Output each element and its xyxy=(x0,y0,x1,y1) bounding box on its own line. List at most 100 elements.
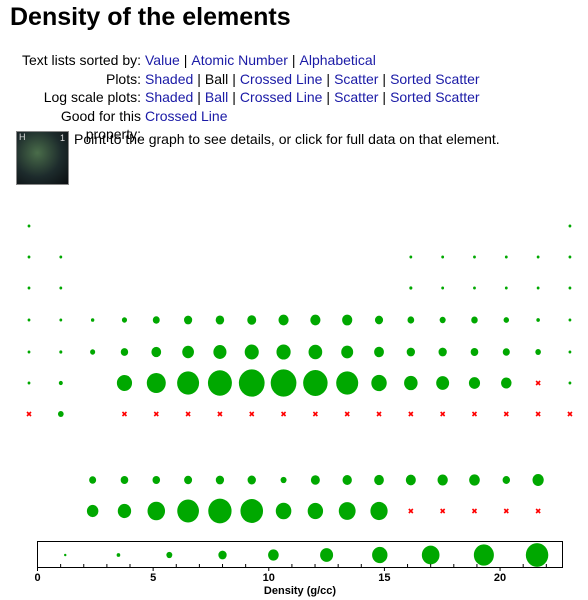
element-ball-period-6[interactable] xyxy=(116,374,133,392)
element-ball-period-2[interactable] xyxy=(504,255,508,259)
element-ball-period-3[interactable] xyxy=(441,286,445,290)
element-ball-period-5[interactable] xyxy=(438,347,447,357)
element-ball-period-5[interactable] xyxy=(120,348,129,356)
element-ball-period-5[interactable] xyxy=(244,344,259,360)
element-ball-period-5[interactable] xyxy=(90,349,96,355)
missing-data-marker[interactable] xyxy=(26,411,32,417)
element-ball-period-3[interactable] xyxy=(504,286,508,290)
element-ball-period-4[interactable] xyxy=(374,315,384,325)
element-ball-period-4[interactable] xyxy=(215,315,225,325)
element-ball-period-4[interactable] xyxy=(59,318,63,322)
element-ball-period-4[interactable] xyxy=(439,316,446,324)
element-ball-lanthanide[interactable] xyxy=(374,474,384,486)
element-ball-period-6[interactable] xyxy=(58,380,63,386)
element-ball-period-3[interactable] xyxy=(59,286,63,290)
element-ball-actinide[interactable] xyxy=(177,499,199,523)
element-ball-period-6[interactable] xyxy=(270,369,297,397)
element-ball-lanthanide[interactable] xyxy=(152,475,161,485)
element-ball-period-5[interactable] xyxy=(182,345,194,359)
element-ball-period-4[interactable] xyxy=(152,316,160,324)
element-ball-period-2[interactable] xyxy=(568,255,572,259)
element-ball-lanthanide[interactable] xyxy=(469,474,480,486)
missing-data-marker[interactable] xyxy=(153,411,159,417)
element-ball-period-6[interactable] xyxy=(501,377,512,389)
element-ball-lanthanide[interactable] xyxy=(120,475,129,485)
element-ball-period-5[interactable] xyxy=(276,344,291,360)
element-ball-period-6[interactable] xyxy=(568,381,572,385)
element-ball-period-6[interactable] xyxy=(436,376,450,390)
element-ball-period-5[interactable] xyxy=(341,345,354,359)
element-ball-period-5[interactable] xyxy=(470,347,479,357)
missing-data-marker[interactable] xyxy=(440,411,446,417)
element-ball-period-5[interactable] xyxy=(406,347,416,357)
element-ball-actinide[interactable] xyxy=(275,502,292,520)
element-ball-period-4[interactable] xyxy=(536,318,540,322)
element-ball-actinide[interactable] xyxy=(240,499,264,523)
element-ball-period-1[interactable] xyxy=(568,224,572,228)
element-ball-period-5[interactable] xyxy=(213,345,227,359)
element-ball-period-4[interactable] xyxy=(121,317,128,323)
element-ball-period-6[interactable] xyxy=(371,374,387,392)
missing-data-marker[interactable] xyxy=(535,380,541,386)
element-ball-period-5[interactable] xyxy=(502,348,510,356)
missing-data-marker[interactable] xyxy=(376,411,382,417)
element-ball-lanthanide[interactable] xyxy=(310,475,320,485)
element-ball-lanthanide[interactable] xyxy=(342,475,352,485)
element-ball-actinide[interactable] xyxy=(208,498,232,524)
element-ball-period-6[interactable] xyxy=(336,371,359,395)
element-ball-actinide[interactable] xyxy=(307,502,324,520)
element-ball-period-2[interactable] xyxy=(441,255,445,259)
element-ball-lanthanide[interactable] xyxy=(89,476,97,484)
element-ball-period-4[interactable] xyxy=(184,315,193,325)
element-ball-period-5[interactable] xyxy=(374,346,384,358)
element-ball-period-4[interactable] xyxy=(342,314,353,326)
missing-data-marker[interactable] xyxy=(567,411,573,417)
element-ball-lanthanide[interactable] xyxy=(184,475,193,485)
element-ball-actinide[interactable] xyxy=(86,504,99,518)
element-ball-period-4[interactable] xyxy=(310,314,321,326)
element-ball-period-5[interactable] xyxy=(27,350,31,354)
element-ball-actinide[interactable] xyxy=(117,503,132,519)
missing-data-marker[interactable] xyxy=(121,411,128,417)
element-ball-period-6[interactable] xyxy=(404,375,418,391)
missing-data-marker[interactable] xyxy=(408,411,414,417)
element-ball-period-4[interactable] xyxy=(568,318,572,322)
missing-data-marker[interactable] xyxy=(471,508,478,514)
element-ball-period-2[interactable] xyxy=(536,255,540,259)
element-ball-period-4[interactable] xyxy=(471,316,478,324)
element-ball-period-4[interactable] xyxy=(247,315,257,325)
missing-data-marker[interactable] xyxy=(185,411,191,417)
missing-data-marker[interactable] xyxy=(503,508,509,514)
element-ball-period-4[interactable] xyxy=(278,314,289,326)
element-ball-period-6[interactable] xyxy=(207,370,232,396)
element-ball-lanthanide[interactable] xyxy=(437,474,448,486)
element-ball-period-6[interactable] xyxy=(238,369,265,397)
element-ball-period-3[interactable] xyxy=(27,286,31,290)
element-ball-actinide[interactable] xyxy=(370,501,388,521)
element-ball-period-2[interactable] xyxy=(59,255,63,259)
element-ball-period-6[interactable] xyxy=(146,372,166,394)
element-ball-lanthanide[interactable] xyxy=(280,476,287,484)
element-ball-lanthanide[interactable] xyxy=(502,476,511,484)
element-ball-period-6[interactable] xyxy=(468,377,481,389)
element-ball-period-4[interactable] xyxy=(407,316,415,324)
element-ball-period-4[interactable] xyxy=(27,318,31,322)
element-ball-period-2[interactable] xyxy=(473,255,476,259)
element-ball-period-2[interactable] xyxy=(27,255,31,259)
element-ball-period-6[interactable] xyxy=(177,371,200,395)
missing-data-marker[interactable] xyxy=(503,411,509,417)
missing-data-marker[interactable] xyxy=(408,508,414,514)
element-ball-period-5[interactable] xyxy=(308,344,323,360)
missing-data-marker[interactable] xyxy=(471,411,478,417)
missing-data-marker[interactable] xyxy=(280,411,287,417)
element-ball-period-4[interactable] xyxy=(90,318,95,322)
element-ball-period-5[interactable] xyxy=(151,346,162,358)
missing-data-marker[interactable] xyxy=(217,411,223,417)
missing-data-marker[interactable] xyxy=(344,411,350,417)
element-ball-actinide[interactable] xyxy=(338,502,356,520)
missing-data-marker[interactable] xyxy=(440,508,446,514)
element-ball-period-6[interactable] xyxy=(303,370,328,396)
element-ball-period-5[interactable] xyxy=(59,350,63,354)
missing-data-marker[interactable] xyxy=(535,411,541,417)
element-ball-period-1[interactable] xyxy=(27,224,31,228)
